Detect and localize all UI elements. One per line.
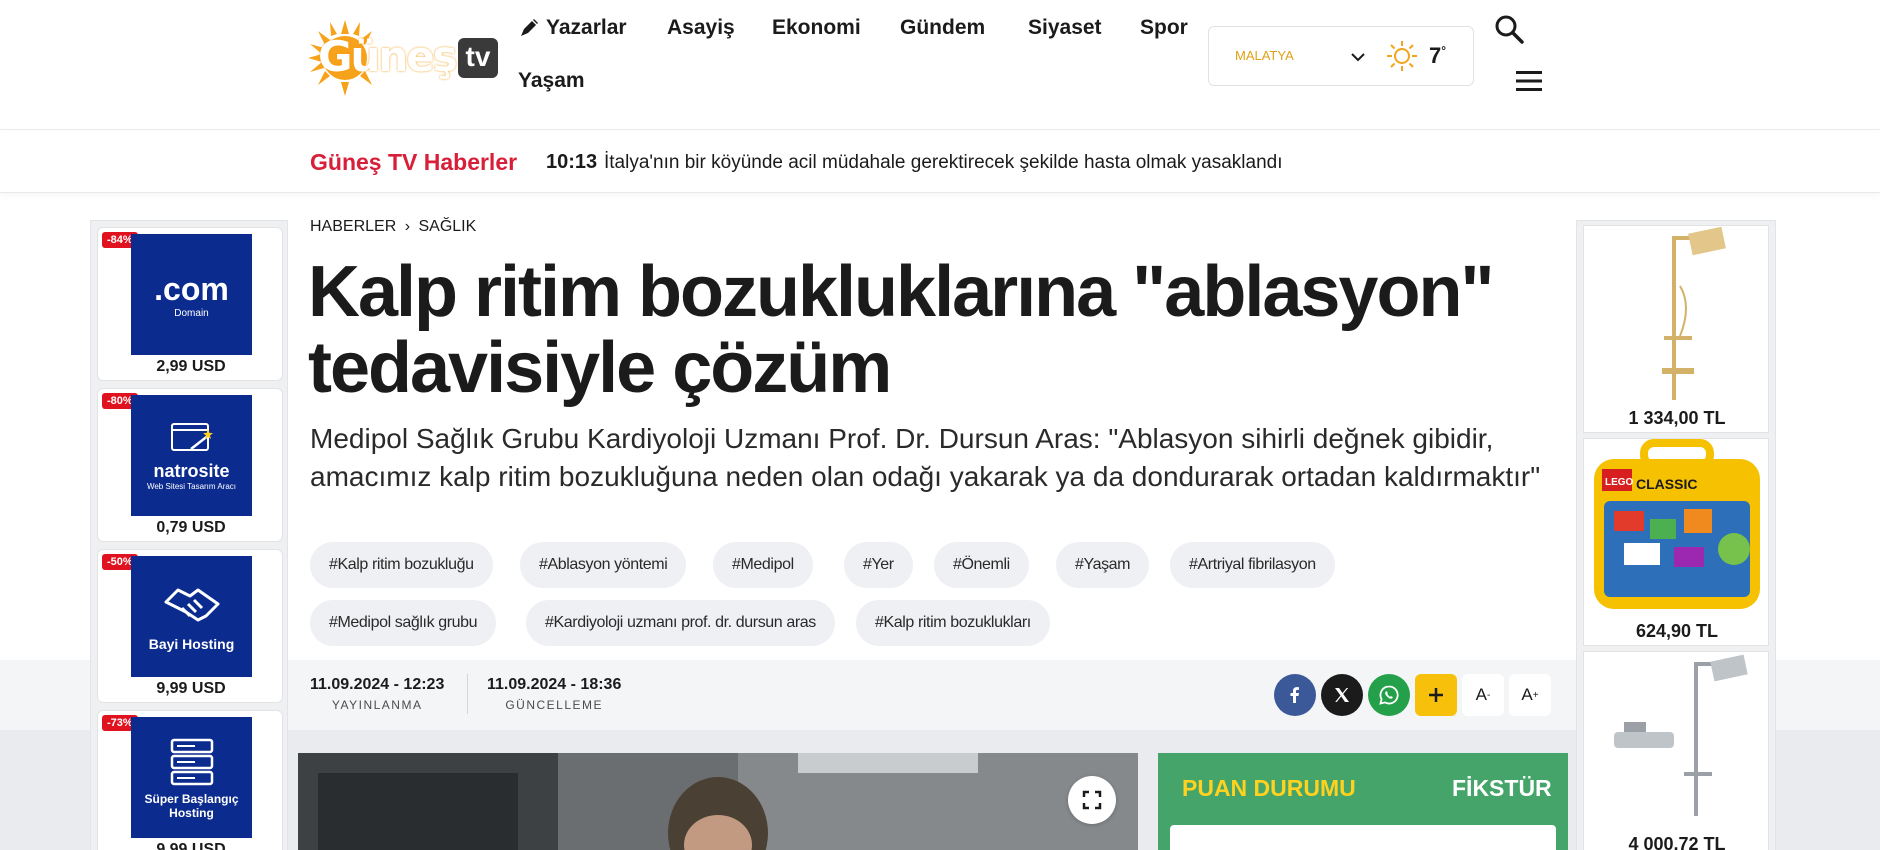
ad-price: 2,99 USD — [156, 358, 226, 375]
ad-title: natrosite — [153, 460, 230, 481]
nav-item-ekonomi[interactable]: Ekonomi — [772, 16, 861, 40]
tag-item[interactable]: #Yaşam — [1056, 542, 1150, 588]
ad-price: 4 000,72 TL — [1628, 834, 1726, 850]
fullscreen-icon — [1082, 790, 1102, 810]
site-header: Güneş tv Yazarlar Asayiş Ekonomi Gündem … — [0, 0, 1880, 130]
logo-text: Güneş — [318, 32, 458, 81]
tab-fixture[interactable]: FİKSTÜR — [1452, 775, 1552, 802]
tag-item[interactable]: #Medipol sağlık grubu — [310, 600, 497, 646]
weather-city: MALATYA — [1235, 48, 1294, 63]
ad-tile: .com Domain — [131, 234, 252, 355]
tag-item[interactable]: #Medipol — [713, 542, 813, 588]
right-ad-column: 1 334,00 TL LEGO CLASSIC 624,90 TL 4 000… — [1576, 220, 1776, 850]
standings-table — [1170, 825, 1556, 850]
font-decrease-button[interactable]: A- — [1462, 674, 1504, 716]
nav-item-yasam[interactable]: Yaşam — [518, 69, 585, 93]
ad-card-natrosite[interactable]: -80% natrosite Web Sitesi Tasarım Aracı … — [97, 388, 283, 542]
tag-item[interactable]: #Artriyal fibrilasyon — [1170, 542, 1335, 588]
article-summary: Medipol Sağlık Grubu Kardiyoloji Uzmanı … — [310, 423, 1541, 492]
plus-icon — [1429, 688, 1443, 702]
updated-value: 11.09.2024 - 18:36 — [487, 676, 622, 693]
shower-chrome-image — [1614, 654, 1748, 816]
nav-item-siyaset[interactable]: Siyaset — [1028, 16, 1102, 40]
ad-product-shower-gold[interactable]: 1 334,00 TL — [1583, 225, 1769, 433]
whatsapp-icon — [1379, 685, 1399, 705]
tag-item[interactable]: #Ablasyon yöntemi — [520, 542, 687, 588]
standings-widget: PUAN DURUMU FİKSTÜR — [1158, 753, 1568, 850]
ad-product-shower-chrome[interactable]: 4 000,72 TL — [1583, 651, 1769, 850]
search-icon[interactable] — [1492, 12, 1526, 46]
tag-item[interactable]: #Kardiyoloji uzmanı prof. dr. dursun ara… — [526, 600, 835, 646]
ad-card-bayi-hosting[interactable]: -50% Bayi Hosting 9,99 USD — [97, 549, 283, 703]
weather-widget[interactable]: MALATYA 7° — [1208, 26, 1474, 86]
expand-photo-button[interactable] — [1068, 776, 1116, 824]
pen-icon — [521, 19, 538, 36]
published-date: 11.09.2024 - 12:23 YAYINLANMA — [310, 676, 444, 712]
nav-item-spor[interactable]: Spor — [1140, 16, 1188, 40]
ad-title: Bayi Hosting — [148, 635, 235, 652]
share-whatsapp-button[interactable] — [1368, 674, 1410, 716]
lego-label-text: CLASSIC — [1636, 476, 1697, 492]
ad-price: 1 334,00 TL — [1628, 408, 1726, 428]
left-ad-column: -84% .com Domain 2,99 USD -80% natrosite… — [90, 220, 288, 850]
nav-item-asayis[interactable]: Asayiş — [667, 16, 735, 40]
ad-tile: natrosite Web Sitesi Tasarım Aracı — [131, 395, 252, 516]
nav-label: Yazarlar — [546, 16, 627, 39]
breadcrumb-haberler[interactable]: HABERLER — [310, 218, 396, 235]
ad-price: 9,99 USD — [156, 680, 226, 697]
article-photo — [298, 753, 1138, 850]
server-icon — [170, 738, 213, 785]
ad-card-super-hosting[interactable]: -73% Süper Başlangıç Hosting 9,99 USD — [97, 710, 283, 850]
ticker-brand: Güneş TV Haberler — [310, 149, 518, 175]
published-value: 11.09.2024 - 12:23 — [310, 676, 445, 693]
facebook-icon — [1290, 687, 1299, 703]
breadcrumb: HABERLER › SAĞLIK — [310, 218, 480, 236]
nav-item-yazarlar[interactable]: Yazarlar — [518, 16, 627, 40]
weather-temp: 7° — [1429, 43, 1447, 68]
site-logo[interactable]: Güneş tv — [308, 18, 500, 96]
article-photo-image — [298, 753, 1138, 850]
share-facebook-button[interactable] — [1274, 674, 1316, 716]
published-label: YAYINLANMA — [331, 698, 423, 712]
ad-card-domain[interactable]: -84% .com Domain 2,99 USD — [97, 227, 283, 381]
tag-item[interactable]: #Kalp ritim bozuklukları — [856, 600, 1050, 646]
ad-price: 0,79 USD — [156, 519, 226, 536]
ad-tile: Bayi Hosting — [131, 556, 252, 677]
ad-product-lego[interactable]: LEGO CLASSIC 624,90 TL — [1583, 438, 1769, 646]
sun-weather-icon — [1387, 41, 1417, 71]
ad-subtitle: Web Sitesi Tasarım Aracı — [146, 481, 237, 491]
share-more-button[interactable] — [1415, 674, 1457, 716]
updated-date: 11.09.2024 - 18:36 GÜNCELLEME — [487, 676, 621, 712]
lego-case-image: LEGO CLASSIC — [1594, 439, 1760, 609]
chevron-right-icon: › — [404, 218, 411, 235]
ticker-headline[interactable]: İtalya'nın bir köyünde acil müdahale ger… — [604, 152, 1283, 174]
ticker-time: 10:13 — [546, 151, 598, 173]
chevron-down-icon[interactable] — [1345, 44, 1371, 70]
tag-item[interactable]: #Kalp ritim bozukluğu — [310, 542, 493, 588]
updated-label: GÜNCELLEME — [505, 698, 604, 712]
nav-item-gundem[interactable]: Gündem — [900, 16, 985, 40]
handshake-icon — [164, 588, 219, 621]
article-title: Kalp ritim bozukluklarına "ablasyon" ted… — [308, 252, 1495, 408]
hamburger-menu-icon[interactable] — [1514, 68, 1544, 94]
ad-title: .com — [154, 270, 229, 307]
shower-set-image — [1662, 226, 1726, 400]
ad-tile: Süper Başlangıç Hosting — [131, 717, 252, 838]
lego-brand-text: LEGO — [1605, 477, 1634, 488]
tag-item[interactable]: #Önemli — [934, 542, 1029, 588]
ad-title: Süper Başlangıç Hosting — [144, 791, 239, 820]
breadcrumb-saglik[interactable]: SAĞLIK — [418, 218, 476, 235]
share-x-button[interactable] — [1321, 674, 1363, 716]
tab-standings[interactable]: PUAN DURUMU — [1182, 775, 1356, 802]
ad-price: 9,99 USD — [156, 841, 226, 850]
ad-price: 624,90 TL — [1635, 621, 1719, 641]
font-increase-button[interactable]: A + — [1509, 674, 1551, 716]
browser-wand-icon — [170, 422, 213, 451]
date-divider — [467, 674, 468, 714]
logo-badge: tv — [458, 38, 498, 78]
ad-subtitle: Domain — [174, 307, 209, 319]
tag-item[interactable]: #Yer — [844, 542, 913, 588]
x-twitter-icon — [1335, 688, 1349, 702]
news-ticker: Güneş TV Haberler 10:13 İtalya'nın bir k… — [0, 131, 1880, 193]
